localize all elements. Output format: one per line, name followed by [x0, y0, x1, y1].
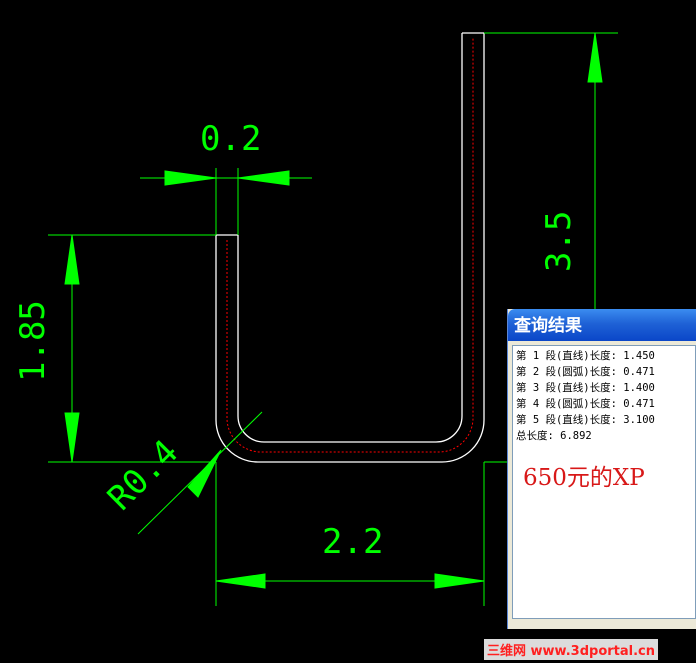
query-results-window[interactable]: 查询结果 第 1 段(直线)长度: 1.450 第 2 段(圆弧)长度: 0.4…	[507, 309, 696, 629]
segment-results-list: 第 1 段(直线)长度: 1.450 第 2 段(圆弧)长度: 0.471 第 …	[513, 346, 695, 444]
segment-result-3: 第 3 段(直线)长度: 1.400	[516, 382, 655, 394]
segment-result-4: 第 4 段(圆弧)长度: 0.471	[516, 398, 655, 410]
segment-result-2: 第 2 段(圆弧)长度: 0.471	[516, 366, 655, 378]
total-length-result: 总长度: 6.892	[516, 430, 592, 442]
site-watermark: 三维网 www.3dportal.cn	[484, 639, 659, 660]
price-annotation: 650元的XP	[523, 465, 645, 491]
dim-left-height-label: 1.85	[13, 300, 53, 382]
arrow-left-height-bottom	[64, 412, 80, 463]
arrow-thickness-left	[164, 170, 217, 186]
dim-thickness-label: 0.2	[200, 119, 261, 159]
center-line	[226, 38, 474, 453]
part-profile	[215, 32, 485, 463]
dim-bottom-width-label: 2.2	[322, 522, 383, 562]
arrow-right-height-top	[587, 32, 603, 83]
outer-outline	[215, 33, 485, 463]
segment-result-1: 第 1 段(直线)长度: 1.450	[516, 350, 655, 362]
arrow-thickness-right	[237, 170, 290, 186]
query-window-title[interactable]: 查询结果	[508, 309, 696, 341]
dim-right-height-label: 3.5	[539, 211, 579, 272]
query-results-panel: 第 1 段(直线)长度: 1.450 第 2 段(圆弧)长度: 0.471 第 …	[512, 345, 696, 619]
inner-outline	[237, 33, 463, 443]
dim-radius-label: R0.4	[100, 432, 186, 518]
arrow-width-left	[215, 573, 266, 589]
arrow-left-height-top	[64, 234, 80, 285]
arrow-width-right	[434, 573, 485, 589]
segment-result-5: 第 5 段(直线)长度: 3.100	[516, 414, 655, 426]
